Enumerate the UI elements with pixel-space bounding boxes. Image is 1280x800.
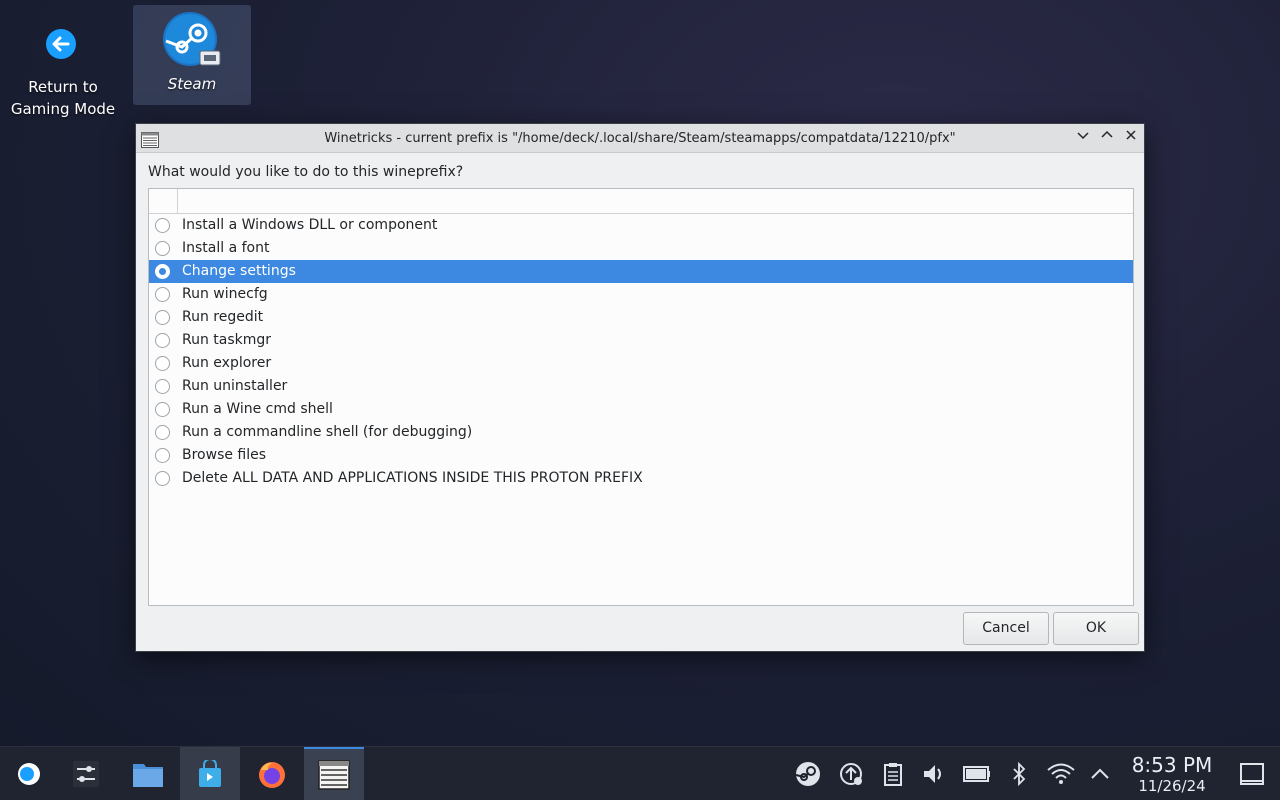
bluetooth-icon[interactable] [1006, 761, 1032, 787]
steam-tray-icon[interactable] [795, 761, 821, 787]
taskbar-system-settings[interactable] [56, 747, 116, 800]
return-label-line2: Gaming Mode [10, 100, 116, 118]
steam-deck-launcher-button[interactable] [0, 747, 56, 800]
update-icon[interactable] [838, 761, 864, 787]
system-settings-icon [73, 761, 99, 787]
clipboard-icon[interactable] [880, 761, 906, 787]
chevron-down-icon [1077, 132, 1089, 140]
list-header [149, 189, 1133, 214]
option-label: Run a commandline shell (for debugging) [182, 424, 473, 440]
radio-button[interactable] [155, 402, 170, 417]
option-label: Run explorer [182, 355, 272, 371]
steam-icon [162, 11, 222, 71]
close-button[interactable] [1122, 129, 1140, 147]
list-item[interactable]: Run uninstaller [149, 375, 1133, 398]
steam-label: Steam [167, 75, 217, 93]
desktop-icon-steam[interactable]: Steam [133, 5, 251, 105]
option-label: Change settings [182, 263, 296, 279]
option-label: Run winecfg [182, 286, 268, 302]
radio-button[interactable] [155, 333, 170, 348]
taskbar-discover[interactable] [180, 747, 240, 800]
clock-date[interactable]: 11/26/24 [1126, 777, 1218, 795]
option-label: Install a Windows DLL or component [182, 217, 438, 233]
window-titlebar[interactable]: Winetricks - current prefix is "/home/de… [136, 124, 1144, 153]
list-item[interactable]: Run a Wine cmd shell [149, 398, 1133, 421]
winetricks-icon [318, 760, 350, 790]
option-label: Run regedit [182, 309, 264, 325]
radio-button[interactable] [155, 448, 170, 463]
wifi-icon[interactable] [1046, 761, 1076, 787]
ok-button[interactable]: OK [1053, 612, 1139, 645]
radio-button[interactable] [155, 471, 170, 486]
list-item[interactable]: Run winecfg [149, 283, 1133, 306]
battery-icon[interactable] [963, 761, 990, 787]
radio-button[interactable] [155, 356, 170, 371]
list-item[interactable]: Install a Windows DLL or component [149, 214, 1133, 237]
discover-store-icon [199, 760, 221, 787]
options-list: Install a Windows DLL or component Instal… [148, 188, 1134, 606]
minimize-button[interactable] [1074, 129, 1092, 147]
cancel-button[interactable]: Cancel [963, 612, 1049, 645]
list-item[interactable]: Run explorer [149, 352, 1133, 375]
radio-button[interactable] [155, 218, 170, 233]
taskbar: 8:53 PM 11/26/24 [0, 746, 1280, 800]
taskbar-firefox[interactable] [242, 747, 302, 800]
option-label: Browse files [182, 447, 267, 463]
list-item[interactable]: Change settings [149, 260, 1133, 283]
option-label: Run uninstaller [182, 378, 288, 394]
list-item[interactable]: Install a font [149, 237, 1133, 260]
list-item[interactable]: Run taskmgr [149, 329, 1133, 352]
list-item[interactable]: Delete ALL DATA AND APPLICATIONS INSIDE … [149, 467, 1133, 490]
option-label: Run taskmgr [182, 332, 272, 348]
desktop-icon-return-to-gaming-mode[interactable]: Return to Gaming Mode [4, 8, 122, 126]
radio-button[interactable] [155, 264, 170, 279]
return-label-line1: Return to [28, 78, 98, 96]
list-item[interactable]: Run a commandline shell (for debugging) [149, 421, 1133, 444]
list-item[interactable]: Run regedit [149, 306, 1133, 329]
chevron-up-icon [1101, 130, 1113, 138]
steam-deck-launcher-icon [18, 763, 40, 785]
firefox-icon [259, 762, 285, 788]
radio-button[interactable] [155, 287, 170, 302]
volume-icon[interactable] [921, 761, 947, 787]
option-label: Run a Wine cmd shell [182, 401, 333, 417]
list-item[interactable]: Browse files [149, 444, 1133, 467]
winetricks-window: Winetricks - current prefix is "/home/de… [135, 123, 1145, 652]
file-manager-icon [133, 764, 163, 787]
option-label: Delete ALL DATA AND APPLICATIONS INSIDE … [182, 470, 643, 486]
close-icon [1126, 130, 1136, 140]
prompt-text: What would you like to do to this winepr… [148, 164, 464, 180]
return-arrow-icon [33, 14, 93, 74]
clock-time[interactable]: 8:53 PM [1126, 753, 1218, 777]
taskbar-file-manager[interactable] [118, 747, 178, 800]
option-label: Install a font [182, 240, 270, 256]
tray-expand-icon[interactable] [1087, 761, 1113, 787]
column-separator [177, 189, 178, 213]
radio-button[interactable] [155, 310, 170, 325]
show-desktop-icon[interactable] [1239, 761, 1265, 787]
taskbar-winetricks[interactable] [304, 747, 364, 800]
window-title: Winetricks - current prefix is "/home/de… [324, 131, 956, 146]
radio-button[interactable] [155, 425, 170, 440]
radio-button[interactable] [155, 379, 170, 394]
maximize-button[interactable] [1098, 129, 1116, 147]
radio-button[interactable] [155, 241, 170, 256]
